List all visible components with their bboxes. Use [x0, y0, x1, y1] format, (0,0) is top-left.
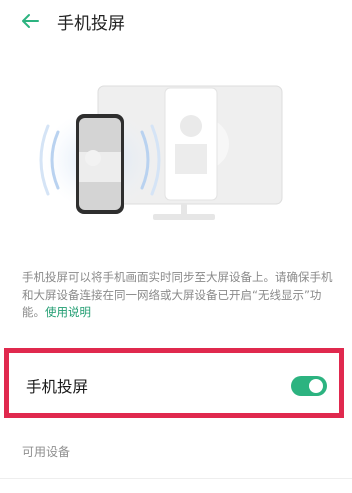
- page-title: 手机投屏: [57, 14, 125, 34]
- help-link[interactable]: 使用说明: [45, 305, 91, 319]
- arrow-left-icon: [22, 14, 39, 28]
- divider: [0, 478, 352, 479]
- screen-cast-illustration: [38, 82, 288, 232]
- header-bar: 手机投屏: [0, 0, 352, 50]
- screen-cast-setting-row[interactable]: 手机投屏: [4, 348, 344, 418]
- feature-description: 手机投屏可以将手机画面实时同步至大屏设备上。请确保手机和大屏设备连接在同一网络或…: [22, 269, 340, 322]
- setting-label: 手机投屏: [26, 378, 89, 396]
- toggle-knob: [309, 379, 323, 393]
- screen-cast-toggle[interactable]: [291, 376, 327, 396]
- available-devices-label: 可用设备: [22, 445, 71, 459]
- back-button[interactable]: [14, 7, 46, 35]
